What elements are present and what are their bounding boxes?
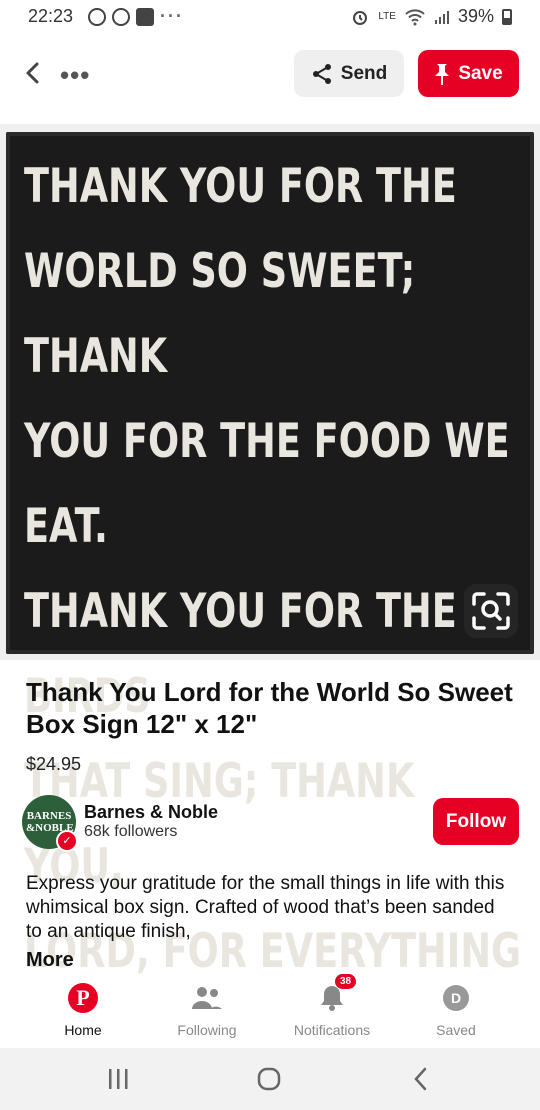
people-icon <box>192 987 222 1009</box>
system-back-icon[interactable] <box>408 1066 434 1092</box>
system-nav-bar <box>0 1048 540 1110</box>
alarm-icon <box>353 10 368 25</box>
nav-notifications-label: Notifications <box>293 1022 371 1038</box>
nav-saved-label: Saved <box>436 1022 476 1038</box>
share-icon <box>312 63 331 84</box>
send-button[interactable]: Send <box>294 50 404 97</box>
recent-apps-icon[interactable] <box>104 1066 132 1092</box>
system-status: LTE 39% <box>350 6 512 27</box>
back-button[interactable] <box>18 58 48 88</box>
pinterest-logo-icon: P <box>68 983 98 1013</box>
nav-saved[interactable]: D Saved <box>401 980 511 1038</box>
pinterest-notification-icon <box>88 7 106 26</box>
chevron-left-icon <box>26 62 39 84</box>
pushpin-icon <box>435 63 450 85</box>
status-bar: 22:23 ··· LTE 39% <box>0 0 540 34</box>
app-notification-icon <box>136 7 154 26</box>
box-sign-image: THANK YOU FOR THE WORLD SO SWEET; THANK … <box>6 132 534 979</box>
battery-percent: 39% <box>457 6 494 26</box>
nav-home[interactable]: P Home <box>28 980 138 1038</box>
more-link[interactable]: More <box>26 949 74 972</box>
notification-icons: ··· <box>88 6 184 27</box>
signal-icon <box>434 10 449 24</box>
nav-following-label: Following <box>177 1022 237 1038</box>
visual-search-button[interactable] <box>464 584 518 638</box>
send-label: Send <box>340 62 388 84</box>
notification-badge: 38 <box>335 974 357 989</box>
wifi-icon <box>405 8 425 25</box>
sign-line: THANK YOU FOR THE <box>24 159 457 214</box>
sign-line: YOU FOR THE FOOD WE EAT. <box>24 414 510 554</box>
whatsapp-notification-icon <box>112 7 130 26</box>
verified-check-icon: ✓ <box>56 830 78 852</box>
save-label: Save <box>458 62 503 84</box>
status-time: 22:23 <box>28 6 74 26</box>
nav-notifications[interactable]: 38 Notifications <box>277 974 387 1038</box>
battery-icon <box>502 8 512 25</box>
pin-title: Thank You Lord for the World So Sweet Bo… <box>26 677 513 739</box>
follower-count: 68k followers <box>84 823 178 840</box>
visual-search-icon <box>472 592 510 630</box>
sign-text: THANK YOU FOR THE WORLD SO SWEET; THANK … <box>24 144 523 994</box>
follow-button[interactable]: Follow <box>433 798 519 845</box>
product-price: $24.95 <box>26 754 82 774</box>
sign-line: WORLD SO SWEET; THANK <box>24 244 416 384</box>
brand-name[interactable]: Barnes & Noble <box>84 802 218 823</box>
more-notifications-icon: ··· <box>160 6 184 26</box>
save-button[interactable]: Save <box>418 50 519 97</box>
profile-avatar: D <box>443 985 469 1011</box>
network-type: LTE <box>378 10 396 22</box>
nav-following[interactable]: Following <box>152 980 262 1038</box>
home-circle-icon[interactable] <box>255 1066 283 1092</box>
nav-home-label: Home <box>64 1022 102 1038</box>
more-options-button[interactable]: ••• <box>60 60 90 91</box>
bottom-nav: P Home Following 38 Notifications D Save… <box>0 974 540 1046</box>
pin-description: Express your gratitude for the small thi… <box>26 873 505 942</box>
